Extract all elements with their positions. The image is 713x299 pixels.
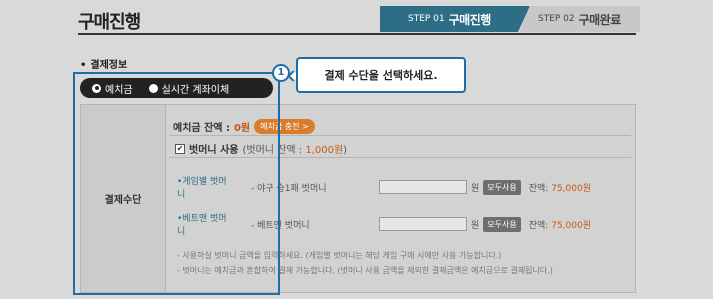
step-2-label: 구매완료 <box>578 12 622 27</box>
game-balance-label: 잔액: <box>528 183 549 194</box>
won-unit: 원 <box>471 220 480 231</box>
game-use-all-button[interactable]: 모두사용 <box>483 179 521 195</box>
step-1-number: STEP 01 <box>408 14 445 24</box>
page-title: 구매진행 <box>78 12 141 33</box>
won-unit: 원 <box>471 183 480 194</box>
betman-betmoney-balance: 잔액: 75,000원 <box>529 218 591 231</box>
betman-balance-label: 잔액: <box>528 220 549 231</box>
step-1-label: 구매진행 <box>448 12 492 27</box>
tutorial-highlight-box <box>73 72 280 295</box>
betmoney-balance-value: 1,000원 <box>305 145 344 156</box>
betman-use-all-button[interactable]: 모두사용 <box>483 216 521 232</box>
callout-step-number: 1 <box>272 64 290 82</box>
tutorial-callout: 결제 수단을 선택하세요. <box>296 57 466 93</box>
step-2-tab: STEP 02 구매완료 <box>520 6 640 32</box>
betman-balance-value: 75,000원 <box>551 220 591 231</box>
betmoney-balance-suffix: ) <box>343 145 348 156</box>
betman-betmoney-input[interactable] <box>379 217 467 231</box>
step-1-tab: STEP 01 구매진행 <box>380 6 530 32</box>
step-2-number: STEP 02 <box>538 14 575 24</box>
section-label: 결제정보 <box>80 56 127 71</box>
title-divider <box>78 33 636 35</box>
game-balance-value: 75,000원 <box>551 183 591 194</box>
game-betmoney-input[interactable] <box>379 180 467 194</box>
game-betmoney-balance: 잔액: 75,000원 <box>529 181 591 194</box>
